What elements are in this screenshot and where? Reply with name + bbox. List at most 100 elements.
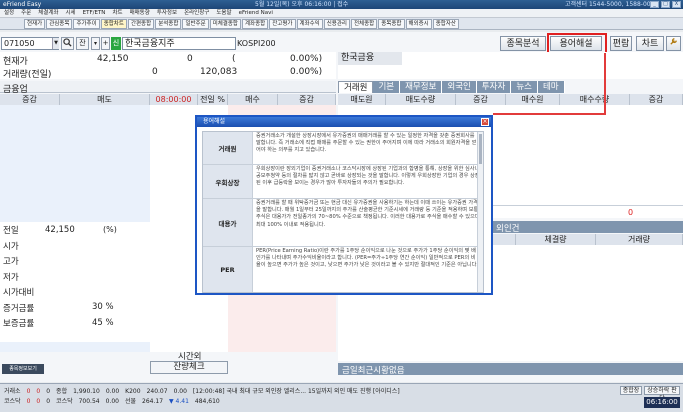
code-dropdown-arrow[interactable]: ▼ — [52, 38, 59, 49]
toolbar-button[interactable]: 일반주문 — [182, 19, 209, 29]
add-favorite-button[interactable]: + — [101, 37, 110, 50]
status-cell: 선물 — [124, 398, 137, 405]
short-stock-name: 한국금융 — [338, 52, 402, 65]
tab-investor[interactable]: 투자자 — [476, 81, 512, 93]
col-header: 매수수량 — [560, 94, 630, 105]
titlebar-notice: 5월 12일(목) 오후 06:16:00 | 접수 — [255, 1, 349, 8]
toolbar-button[interactable]: 전체종합 — [351, 19, 378, 29]
toolbar-button[interactable]: 간편종합 — [127, 19, 155, 29]
status-cell: 0 — [46, 398, 51, 405]
status-cell: 0 — [36, 398, 41, 405]
col-header: 매수원 — [506, 94, 560, 105]
stock-name-field[interactable]: 한국금융지주 — [122, 37, 236, 50]
col-header-time: 08:00:00 — [150, 94, 198, 105]
chevron-down-icon[interactable]: ▾ — [91, 37, 100, 50]
highlight-box — [547, 33, 607, 54]
col-header: 증감 — [456, 94, 506, 105]
menu-bar: 설정 주문 체결계좌 시세 ETF/ETN 차트 매매동향 투자정보 온라인창구… — [0, 9, 683, 18]
status-cell: 거래소 — [4, 388, 21, 395]
tab-broker[interactable]: 거래원 — [338, 81, 374, 93]
glossary-term: 우회상장 — [203, 165, 253, 198]
summary-label: 시가대비 — [3, 288, 35, 298]
right-info-panel: 한국금융 — [338, 52, 683, 79]
menu-item[interactable]: 온라인창구 — [184, 9, 209, 17]
menu-item[interactable]: 설정 — [4, 9, 14, 17]
lock-toggle-button[interactable]: 잔 — [76, 37, 89, 50]
toolbar-button[interactable]: 신용관리 — [323, 19, 350, 29]
deposit-rate-value: 45 % — [92, 318, 114, 328]
status-cell: 0.00 — [105, 398, 119, 405]
tab-news[interactable]: 뉴스 — [511, 81, 538, 93]
menu-item[interactable]: eFriend Navi — [239, 9, 273, 17]
status-cell: 700.54 — [78, 398, 100, 405]
annotation-line — [604, 53, 606, 115]
toolbar-button[interactable]: 분석종합 — [155, 19, 182, 29]
col-header: 매도수량 — [386, 94, 456, 105]
sector-bar: 금융업 — [0, 81, 336, 95]
tab-basic[interactable]: 기본 — [373, 81, 401, 93]
search-icon[interactable] — [61, 37, 74, 50]
dialog-close-button[interactable]: × — [481, 118, 489, 126]
menu-item[interactable]: 시세 — [66, 9, 76, 17]
menu-item[interactable]: ETF/ETN — [83, 9, 106, 17]
toolbar-button-active[interactable]: 종합차트 — [100, 19, 127, 29]
summary-button[interactable]: 종합장 — [620, 386, 642, 395]
wrench-icon[interactable] — [666, 36, 681, 51]
close-window-button[interactable]: X — [672, 1, 681, 8]
toolbar-button[interactable]: 종합자산 — [432, 19, 459, 29]
col-header: 매도원 — [338, 94, 386, 105]
status-cell: K200 — [125, 388, 141, 395]
annotation-line — [493, 113, 606, 115]
prev-volume-value: 120,083 — [200, 67, 238, 77]
status-bar: 거래소 0 0 0 종합 1,990.10 0.00 K200 240.07 0… — [0, 383, 683, 412]
toolbar-button[interactable]: 계좌종합 — [242, 19, 269, 29]
right-tabbar: 거래원 기본 재무정보 외국인 투자자 뉴스 테마 — [338, 81, 565, 93]
paren-open: ( — [232, 54, 236, 64]
menu-item[interactable]: 도움말 — [216, 9, 231, 17]
tab-finance[interactable]: 재무정보 — [400, 81, 443, 93]
price-summary: 현재가 42,150 0 ( 0.00%) 거래량(전일) 0 120,083 … — [0, 52, 336, 80]
glossary-row: PER PER(Price Earning Ratio)이란 주가를 1주당 순… — [203, 247, 483, 292]
glossary-row: 우회상장 우회상장이란 장외기업이 증권거래소나 코스닥시장에 상장된 기업과의… — [203, 165, 483, 199]
maximize-button[interactable]: □ — [661, 1, 670, 8]
trend-button[interactable]: 상승하락 판단 — [644, 386, 680, 402]
menu-item[interactable]: 투자정보 — [157, 9, 177, 17]
toolbar-button[interactable]: 현재가 — [24, 19, 46, 29]
dialog-scrollbar[interactable] — [477, 132, 483, 292]
status-cell: 0.00 — [173, 388, 187, 395]
handbook-button[interactable]: 편람 — [610, 36, 632, 51]
stock-code-input[interactable]: 071050 — [1, 37, 59, 50]
stock-analysis-button[interactable]: 종목분석 — [500, 36, 546, 51]
toolbar-button[interactable]: 잔고평가 — [269, 19, 296, 29]
tab-foreign-trades[interactable]: 외인건 — [496, 222, 519, 234]
toolbar-button[interactable]: 관심종목 — [46, 19, 73, 29]
toolbar-button[interactable]: 종목종합 — [378, 19, 405, 29]
toolbar-button[interactable]: 주가추이 — [73, 19, 100, 29]
glossary-desc: 증권거래소가 개설한 상장시장에서 유가증권의 매매거래를 할 수 있는 일정한… — [256, 133, 477, 154]
minimize-button[interactable]: _ — [650, 1, 659, 8]
glossary-term: 대용가 — [203, 199, 253, 246]
chart-button[interactable]: 차트 — [636, 36, 664, 51]
toolbar-button[interactable]: 해외증시 — [405, 19, 432, 29]
tab-foreign[interactable]: 외국인 — [442, 81, 477, 93]
summary-label: 고가 — [3, 257, 19, 267]
status-row-1: 거래소 0 0 0 종합 1,990.10 0.00 K200 240.07 0… — [0, 387, 400, 396]
status-chip: 종목정보보기 — [2, 364, 44, 374]
menu-item[interactable]: 차트 — [112, 9, 122, 17]
col-header: 체결량 — [516, 234, 596, 245]
price-change-rate: 0.00%) — [290, 54, 323, 64]
status-cell: 코스닥 — [56, 398, 73, 405]
col-header: 매수 — [228, 94, 278, 105]
menu-item[interactable]: 체결계좌 — [38, 9, 58, 17]
toolbar-button[interactable]: 미체결종합 — [209, 19, 241, 29]
current-price-value: 42,150 — [97, 54, 129, 64]
summary-panel: 전일 시가 고가 저가 시가대비 증거금률 보증금률 42,150 (%) 30… — [0, 222, 150, 342]
menu-item[interactable]: 주문 — [21, 9, 31, 17]
status-cell: 0.00 — [105, 388, 120, 395]
tab-theme[interactable]: 테마 — [537, 81, 565, 93]
scrollbar-thumb[interactable] — [479, 134, 482, 164]
col-header: 매도 — [60, 94, 150, 105]
remaining-check-button[interactable]: 잔량체크 — [150, 361, 228, 374]
menu-item[interactable]: 매매동향 — [130, 9, 150, 17]
toolbar-button[interactable]: 계좌수익 — [296, 19, 323, 29]
